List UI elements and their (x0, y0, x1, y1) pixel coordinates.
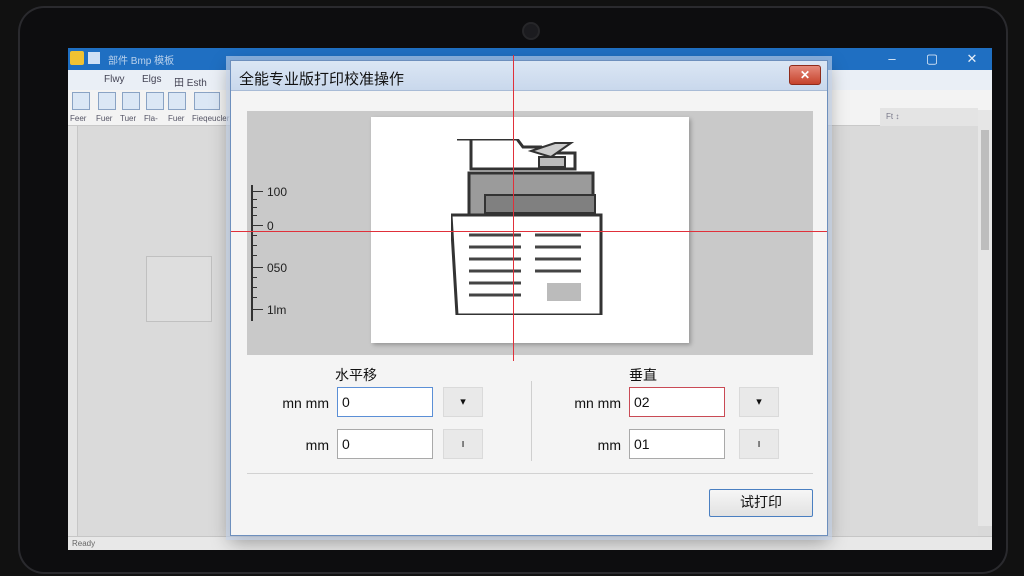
ruler-tick (251, 297, 257, 298)
left-toolbar[interactable] (68, 126, 78, 536)
app-title: 部件 Bmp 模板 (108, 56, 175, 67)
ruler-tick (251, 199, 257, 200)
tab-2[interactable]: Elgs (142, 74, 161, 85)
ribbon-label-2: Fuer (96, 114, 113, 123)
vertical-ruler: 100 0 050 1lm (247, 185, 307, 325)
horizontal-unit-1: mn mm (282, 395, 329, 411)
ribbon-icon-6[interactable] (194, 92, 220, 110)
horizontal-offset-field-2[interactable]: 0 (337, 429, 433, 459)
ruler-tick (251, 287, 257, 288)
ruler-tick (251, 225, 263, 226)
horizontal-spin-2[interactable]: ı (443, 429, 483, 459)
ribbon-label-5: Fuer (168, 114, 185, 123)
maximize-button[interactable]: ▢ (912, 48, 952, 70)
horizontal-offset-label: 水平移 (335, 368, 377, 384)
minimize-button[interactable]: – (872, 48, 912, 70)
ribbon-label-1: Feer (70, 114, 87, 123)
paper-sheet (371, 117, 689, 343)
print-preview: 100 0 050 1lm (247, 111, 813, 355)
dialog-close-button[interactable]: ✕ (789, 65, 821, 85)
calibration-dialog: 全能专业版打印校准操作 ✕ 100 0 050 1lm 水平移 mn mm 0 … (230, 55, 828, 536)
horizontal-offset-field-1[interactable]: 0 (337, 387, 433, 417)
ribbon-label-6: Fieqeucler (192, 114, 230, 123)
ruler-tick (251, 267, 263, 268)
tab-3[interactable]: 田 Esth (174, 74, 207, 89)
ruler-tick (251, 215, 257, 216)
vertical-scrollbar[interactable] (978, 110, 992, 526)
ruler-tick (251, 245, 257, 246)
ruler-tick (251, 255, 257, 256)
ruler-tick (251, 277, 257, 278)
canvas-placeholder (146, 256, 212, 322)
status-bar: Ready (68, 536, 992, 550)
ribbon-label-4: Fla- (144, 114, 158, 123)
test-print-button[interactable]: 试打印 (709, 489, 813, 517)
right-pane-header: Ft ↕ (880, 108, 978, 126)
vertical-spin-2[interactable]: ı (739, 429, 779, 459)
vertical-spin-1[interactable]: ▾ (739, 387, 779, 417)
group-separator (531, 381, 532, 461)
ruler-tick (251, 309, 263, 310)
ruler-label-1lm: 1lm (267, 303, 287, 317)
ruler-tick (251, 207, 257, 208)
app-close-button[interactable]: ✕ (952, 48, 992, 70)
camera-dot (524, 24, 538, 38)
device-frame: 部件 Bmp 模板 – ▢ ✕ Flwy Elgs 田 Esth Feer Fu… (18, 6, 1008, 574)
footer-separator (247, 473, 813, 474)
ruler-tick (251, 191, 263, 192)
quick-access-icon[interactable] (88, 52, 100, 64)
ruler-axis (251, 185, 253, 321)
tab-1[interactable]: Flwy (104, 74, 125, 85)
vertical-offset-label: 垂直 (629, 368, 657, 384)
vertical-unit-1: mn mm (574, 395, 621, 411)
ribbon-icon-1[interactable] (72, 92, 90, 110)
ruler-label-050: 050 (267, 261, 288, 275)
ribbon-icon-5[interactable] (168, 92, 186, 110)
ruler-tick (251, 235, 257, 236)
vertical-unit-2: mm (597, 437, 621, 453)
ribbon-icon-3[interactable] (122, 92, 140, 110)
crosshair-horizontal (231, 231, 827, 232)
screen: 部件 Bmp 模板 – ▢ ✕ Flwy Elgs 田 Esth Feer Fu… (68, 48, 992, 550)
dialog-title: 全能专业版打印校准操作 (239, 70, 405, 88)
app-logo-icon (70, 51, 84, 65)
scrollbar-thumb[interactable] (981, 130, 989, 250)
ribbon-label-3: Tuer (120, 114, 137, 123)
crosshair-vertical (513, 55, 514, 361)
horizontal-spin-1[interactable]: ▾ (443, 387, 483, 417)
printer-icon (451, 139, 603, 315)
dialog-titlebar[interactable]: 全能专业版打印校准操作 ✕ (231, 61, 827, 91)
ruler-label-100: 100 (267, 185, 288, 199)
ribbon-icon-4[interactable] (146, 92, 164, 110)
ribbon-icon-2[interactable] (98, 92, 116, 110)
vertical-offset-field-2[interactable]: 01 (629, 429, 725, 459)
vertical-offset-field-1[interactable]: 02 (629, 387, 725, 417)
horizontal-unit-2: mm (305, 437, 329, 453)
